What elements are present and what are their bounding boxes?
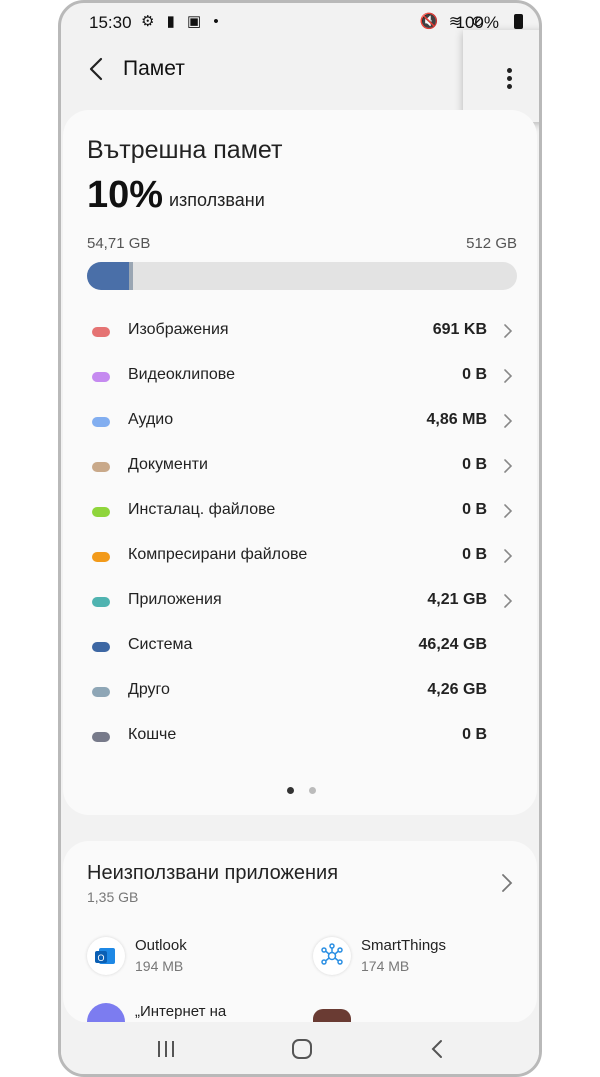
more-options-button[interactable] (463, 30, 539, 122)
storage-used-label: използвани (169, 190, 265, 210)
chevron-right-icon (504, 459, 513, 473)
category-name: Документи (128, 456, 208, 473)
chevron-right-icon[interactable] (499, 871, 515, 895)
svg-text:O: O (97, 953, 104, 963)
category-size: 0 B (462, 726, 487, 743)
category-row[interactable]: Инсталац. файлове 0 B (63, 493, 537, 538)
storage-percent: 10% (87, 174, 164, 216)
unused-apps-title: Неизползвани приложения (87, 862, 339, 884)
app-size: 194 MB (135, 958, 184, 974)
page-dot (309, 787, 316, 794)
outlook-icon: O (87, 937, 125, 975)
category-row: Кошче 0 B (63, 718, 537, 763)
category-color-dot (92, 462, 110, 472)
page-title: Памет (123, 57, 185, 80)
category-name: Инсталац. файлове (128, 501, 276, 518)
battery-icon (514, 14, 523, 29)
category-color-dot (92, 687, 110, 697)
smartthings-icon (313, 937, 351, 975)
storage-usage-fill (87, 262, 129, 290)
recent-apps-icon[interactable] (151, 1036, 181, 1062)
category-color-dot (92, 372, 110, 382)
home-icon[interactable] (287, 1036, 317, 1062)
status-time: 15:30 (89, 13, 132, 32)
category-size: 4,26 GB (427, 681, 487, 698)
chevron-right-icon (504, 324, 513, 338)
category-row: Друго 4,26 GB (63, 673, 537, 718)
category-size: 4,86 MB (426, 411, 487, 428)
category-row[interactable]: Видеоклипове 0 B (63, 358, 537, 403)
chevron-right-icon (504, 504, 513, 518)
app-name: „Интернет на (135, 1003, 227, 1020)
category-name: Приложения (128, 591, 222, 608)
storage-used-amount: 54,71 GB (87, 235, 151, 252)
chevron-right-icon (504, 369, 513, 383)
category-row[interactable]: Компресирани файлове 0 B (63, 538, 537, 583)
category-size: 691 KB (432, 321, 487, 338)
category-size: 0 B (462, 501, 487, 518)
category-name: Друго (128, 681, 170, 698)
nav-back-icon[interactable] (423, 1036, 453, 1062)
notification-icons: ⚙ ▮ ▣ • (141, 13, 223, 30)
storage-usage-other (129, 262, 133, 290)
storage-usage-bar (87, 262, 517, 290)
storage-total-amount: 512 GB (466, 235, 517, 252)
category-size: 0 B (462, 366, 487, 383)
category-color-dot (92, 732, 110, 742)
internal-storage-card: Вътрешна памет 10% използвани 54,71 GB 5… (63, 110, 537, 815)
category-name: Кошче (128, 726, 177, 743)
category-row[interactable]: Документи 0 B (63, 448, 537, 493)
unused-apps-size: 1,35 GB (87, 889, 139, 905)
category-color-dot (92, 327, 110, 337)
category-name: Видеоклипове (128, 366, 235, 383)
category-size: 4,21 GB (427, 591, 487, 608)
category-color-dot (92, 507, 110, 517)
category-color-dot (92, 417, 110, 427)
storage-title: Вътрешна памет (87, 136, 283, 164)
category-name: Изображения (128, 321, 229, 338)
category-name: Аудио (128, 411, 174, 428)
navigation-bar (61, 1022, 539, 1074)
category-size: 0 B (462, 546, 487, 563)
more-options-dot (507, 76, 512, 81)
category-size: 46,24 GB (418, 636, 487, 653)
category-name: Компресирани файлове (128, 546, 308, 563)
app-item-smartthings[interactable]: SmartThings 174 MB (313, 937, 513, 987)
category-color-dot (92, 642, 110, 652)
category-row[interactable]: Приложения 4,21 GB (63, 583, 537, 628)
page-dot-active (287, 787, 294, 794)
category-row[interactable]: Аудио 4,86 MB (63, 403, 537, 448)
category-color-dot (92, 552, 110, 562)
chevron-right-icon (504, 414, 513, 428)
app-name: SmartThings (361, 937, 447, 954)
category-color-dot (92, 597, 110, 607)
app-name: Outlook (135, 937, 187, 954)
phone-frame: 15:30 ⚙ ▮ ▣ • 🔇 ≋ ⊘ 100% Памет Вътрешна … (58, 0, 542, 1077)
app-size: 174 MB (361, 958, 410, 974)
category-row: Система 46,24 GB (63, 628, 537, 673)
more-options-icon (507, 68, 512, 73)
unused-apps-card[interactable]: Неизползвани приложения 1,35 GB O Outloo… (63, 841, 537, 1047)
chevron-right-icon (504, 594, 513, 608)
back-arrow-icon[interactable] (81, 53, 113, 85)
chevron-right-icon (504, 549, 513, 563)
category-size: 0 B (462, 456, 487, 473)
app-item-outlook[interactable]: O Outlook 194 MB (87, 937, 287, 987)
more-options-dot (507, 84, 512, 89)
category-row[interactable]: Изображения 691 KB (63, 313, 537, 358)
category-name: Система (128, 636, 193, 653)
